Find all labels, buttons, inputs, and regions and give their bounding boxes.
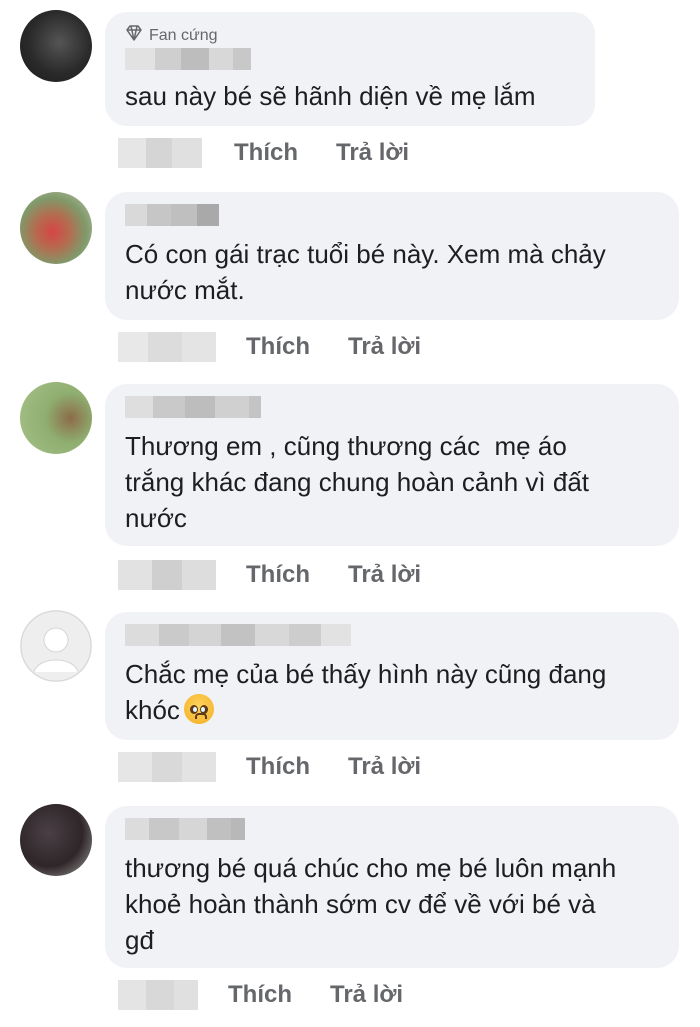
comment-bubble: thương bé quá chúc cho mẹ bé luôn mạnh k…: [105, 806, 679, 968]
fan-badge-label: Fan cứng: [149, 27, 218, 44]
comment-bubble: Fan cứng sau này bé sẽ hãnh diện về mẹ l…: [105, 12, 595, 126]
author-name-blurred[interactable]: [125, 396, 657, 418]
author-name-blurred[interactable]: [125, 624, 657, 646]
comment-bubble: Có con gái trạc tuổi bé này. Xem mà chảy…: [105, 192, 679, 320]
comment-text: Thương em , cũng thương các mẹ áo trắng …: [125, 431, 590, 533]
diamond-icon: [125, 25, 143, 47]
reply-button[interactable]: Trả lời: [348, 753, 421, 781]
comment-bubble: Chắc mẹ của bé thấy hình này cũng đang k…: [105, 612, 679, 740]
like-button[interactable]: Thích: [234, 139, 298, 167]
comment-actions: Thích Trả lời: [118, 980, 441, 1010]
crying-face-emoji-icon: [183, 694, 214, 724]
timestamp-blurred[interactable]: [118, 138, 202, 168]
timestamp-blurred[interactable]: [118, 980, 198, 1010]
comment-actions: Thích Trả lời: [118, 332, 459, 362]
comment-text: Chắc mẹ của bé thấy hình này cũng đang k…: [125, 656, 657, 728]
author-name-blurred[interactable]: [125, 204, 657, 226]
avatar[interactable]: [20, 10, 92, 82]
author-name-blurred[interactable]: [125, 48, 573, 70]
avatar[interactable]: [20, 610, 92, 682]
avatar[interactable]: [20, 192, 92, 264]
reply-button[interactable]: Trả lời: [336, 139, 409, 167]
like-button[interactable]: Thích: [246, 561, 310, 589]
author-name-blurred[interactable]: [125, 818, 657, 840]
like-button[interactable]: Thích: [246, 333, 310, 361]
comment-text: Có con gái trạc tuổi bé này. Xem mà chảy…: [125, 239, 606, 305]
comment-actions: Thích Trả lời: [118, 560, 459, 590]
timestamp-blurred[interactable]: [118, 560, 216, 590]
comment-actions: Thích Trả lời: [118, 138, 447, 168]
reply-button[interactable]: Trả lời: [330, 981, 403, 1009]
default-avatar-icon: [20, 610, 92, 682]
comment-text: sau này bé sẽ hãnh diện về mẹ lắm: [125, 81, 536, 111]
reply-button[interactable]: Trả lời: [348, 561, 421, 589]
comment-actions: Thích Trả lời: [118, 752, 459, 782]
timestamp-blurred[interactable]: [118, 752, 216, 782]
reply-button[interactable]: Trả lời: [348, 333, 421, 361]
avatar[interactable]: [20, 382, 92, 454]
like-button[interactable]: Thích: [246, 753, 310, 781]
like-button[interactable]: Thích: [228, 981, 292, 1009]
comment-text: thương bé quá chúc cho mẹ bé luôn mạnh k…: [125, 853, 617, 955]
fan-badge: Fan cứng: [125, 25, 573, 47]
avatar[interactable]: [20, 804, 92, 876]
comment-bubble: Thương em , cũng thương các mẹ áo trắng …: [105, 384, 679, 546]
timestamp-blurred[interactable]: [118, 332, 216, 362]
